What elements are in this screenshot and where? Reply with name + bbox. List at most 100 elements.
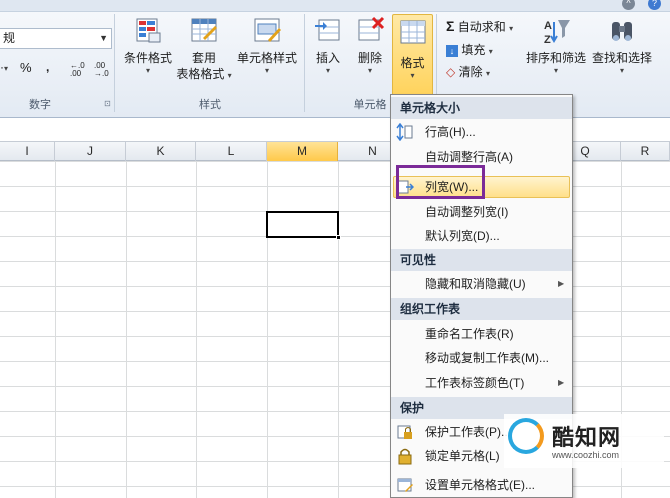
grid-line [196,161,197,498]
watermark: 酷知网 www.coozhi.com [504,414,664,468]
format-button[interactable]: 格式 ▾ [392,14,433,96]
fill-handle[interactable] [336,235,341,240]
chevron-down-icon: ▾ [325,66,330,75]
delete-button[interactable]: 删除 ▾ [352,16,388,75]
watermark-url: www.coozhi.com [552,450,620,460]
percent-style-button[interactable]: % [20,60,32,75]
chevron-down-icon: ▾ [227,71,232,80]
chevron-down-icon: ▾ [619,66,624,75]
cell-styles-icon [254,18,281,42]
autosum-button[interactable]: Σ 自动求和 ▾ [446,18,513,35]
insert-label: 插入 [315,51,340,65]
grid-line [126,161,127,498]
group-label-cells: 单元格 [353,99,387,111]
group-label-number: 数字 [29,99,51,111]
chevron-down-icon: ▾ [410,71,415,80]
increase-decimal-button[interactable]: ←.0 .00 [70,62,85,78]
row-height-icon [396,123,413,141]
column-header-R[interactable]: R [621,142,670,161]
group-divider [114,14,115,112]
cell-styles-button[interactable]: 单元格样式 ▾ [234,16,300,75]
menu-item-format-cells[interactable]: 设置单元格格式(E)... [425,474,535,496]
eraser-icon: ◇ [446,65,456,79]
conditional-format-icon [136,18,161,43]
submenu-arrow-icon: ▶ [558,279,565,288]
menu-item-default-width[interactable]: 默认列宽(D)... [425,225,500,247]
minimize-ribbon-icon[interactable]: ^ [622,0,635,10]
column-header-J[interactable]: J [55,142,126,161]
column-header-I[interactable]: I [0,142,55,161]
clear-button[interactable]: ◇ 清除 ▾ [446,63,490,80]
format-cells-icon [400,20,426,44]
submenu-arrow-icon: ▶ [558,378,565,387]
autosum-label: 自动求和 [457,20,506,34]
decrease-decimal-button[interactable]: .00 →.0 [94,62,109,78]
accounting-format-arrow[interactable]: ·▾ [0,60,8,74]
number-format-value: 规 [3,31,16,45]
menu-item-rename-sheet[interactable]: 重命名工作表(R) [425,323,514,345]
menu-item-hide-unhide[interactable]: 隐藏和取消隐藏(U) [425,273,526,295]
svg-text:A: A [544,20,552,32]
table-format-label-2: 表格格式 [176,67,225,81]
fill-label: 填充 [461,43,486,57]
cell-styles-label: 单元格样式 [236,51,297,65]
sigma-icon: Σ [446,18,455,34]
sort-filter-icon: A Z [544,20,570,46]
format-label: 格式 [400,56,425,70]
menu-item-lock-cell[interactable]: 锁定单元格(L) [425,445,500,467]
conditional-format-button[interactable]: 条件格式 ▾ [120,16,176,75]
column-header-L[interactable]: L [196,142,267,161]
binoculars-icon [612,22,632,41]
delete-label: 删除 [357,51,382,65]
title-strip: ^ ? [0,0,670,12]
chevron-down-icon: ▾ [367,66,372,75]
menu-item-protect-sheet[interactable]: 保护工作表(P)... [425,421,511,443]
fill-down-icon: ↓ [446,45,458,57]
group-label-styles: 样式 [199,99,221,111]
fill-button[interactable]: ↓ 填充 ▾ [446,41,493,58]
table-format-label-1: 套用 [191,51,216,65]
table-format-label-row: 表格格式 ▾ [176,66,232,84]
coozhi-logo-icon [508,418,544,454]
active-cell[interactable] [266,211,339,238]
annotation-highlight-box [396,165,485,199]
lock-icon [398,448,412,465]
menu-section-organize: 组织工作表 [391,298,572,320]
chevron-down-icon: ▾ [145,66,150,75]
comma-style-button[interactable]: , [46,60,49,74]
chevron-down-icon: ▼ [99,33,108,43]
menu-section-cell-size: 单元格大小 [391,97,572,119]
delete-cells-icon [358,16,385,41]
dialog-launcher-icon[interactable]: ⊡ [104,99,111,108]
sort-filter-label: 排序和筛选 [525,51,586,65]
menu-section-visibility: 可见性 [391,249,572,271]
chevron-down-icon: ▾ [509,24,514,33]
grid-line [55,161,56,498]
format-cells-dialog-icon [397,478,413,492]
svg-text:Z: Z [544,34,551,46]
insert-cells-icon [315,19,340,41]
chevron-down-icon: ▾ [485,69,490,78]
clear-label: 清除 [458,65,483,79]
chevron-down-icon: ▾ [553,66,558,75]
number-format-dropdown[interactable]: 规 ▼ [0,28,112,49]
table-format-icon [191,18,217,42]
protect-sheet-icon [397,425,412,439]
column-header-M[interactable]: M [267,142,338,161]
menu-item-autofit-column[interactable]: 自动调整列宽(I) [425,201,508,223]
menu-item-row-height[interactable]: 行高(H)... [425,121,476,143]
conditional-format-label: 条件格式 [123,51,172,65]
menu-item-tab-color[interactable]: 工作表标签颜色(T) [425,372,524,394]
help-icon[interactable]: ? [648,0,661,10]
chevron-down-icon: ▾ [488,47,493,56]
format-as-table-button[interactable]: 套用 表格格式 ▾ [176,16,232,84]
find-select-button[interactable]: 查找和选择 ▾ [590,16,654,75]
column-header-K[interactable]: K [126,142,196,161]
sort-filter-button[interactable]: A Z 排序和筛选 ▾ [524,16,588,75]
menu-item-move-copy[interactable]: 移动或复制工作表(M)... [425,347,549,369]
group-divider [304,14,305,112]
chevron-down-icon: ▾ [264,66,269,75]
insert-button[interactable]: 插入 ▾ [310,16,346,75]
find-select-label: 查找和选择 [591,51,652,65]
watermark-name: 酷知网 [552,425,622,450]
